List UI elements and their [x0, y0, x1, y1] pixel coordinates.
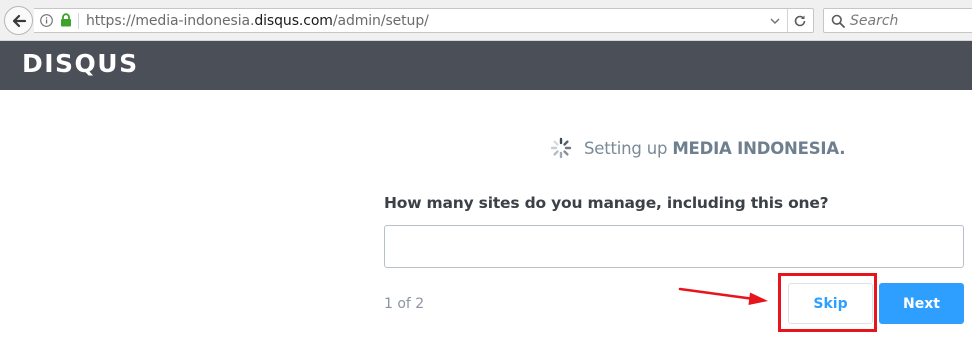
skip-button[interactable]: Skip	[788, 283, 873, 324]
back-arrow-icon	[12, 14, 26, 27]
url-suffix: /admin/setup/	[332, 13, 429, 29]
browser-toolbar: https://media-indonesia.disqus.com/admin…	[0, 0, 972, 41]
url-domain: disqus.com	[254, 13, 333, 29]
disqus-logo[interactable]: DISQUS	[22, 49, 139, 78]
back-button[interactable]	[4, 6, 33, 35]
url-text[interactable]: https://media-indonesia.disqus.com/admin…	[86, 13, 429, 29]
reload-divider	[787, 9, 788, 32]
loading-spinner-icon	[550, 137, 572, 159]
site-name: MEDIA INDONESIA.	[672, 138, 846, 158]
status-prefix: Setting up	[584, 138, 673, 158]
sites-question-label: How many sites do you manage, including …	[384, 194, 829, 212]
step-counter: 1 of 2	[384, 296, 425, 312]
sites-count-input[interactable]	[384, 225, 964, 268]
dropdown-caret-icon[interactable]	[770, 17, 780, 25]
next-button[interactable]: Next	[879, 283, 964, 324]
lock-icon[interactable]	[60, 13, 72, 27]
annotation-arrow-icon	[678, 287, 768, 305]
setup-status: Setting up MEDIA INDONESIA.	[550, 137, 845, 159]
search-placeholder: Search	[850, 13, 899, 29]
url-prefix: https://media-indonesia.	[86, 13, 255, 29]
address-bar[interactable]: https://media-indonesia.disqus.com/admin…	[34, 8, 814, 33]
search-icon	[831, 14, 845, 28]
app-header: DISQUS	[0, 41, 972, 90]
status-text: Setting up MEDIA INDONESIA.	[584, 139, 845, 158]
url-divider	[78, 13, 79, 29]
browser-search-input[interactable]: Search	[823, 8, 972, 33]
reload-icon[interactable]	[793, 14, 807, 28]
info-icon[interactable]	[40, 14, 53, 27]
